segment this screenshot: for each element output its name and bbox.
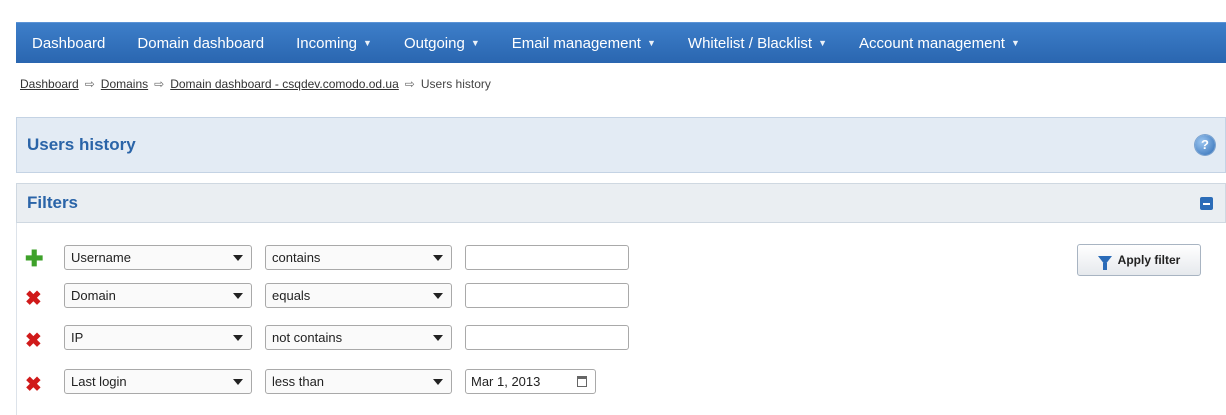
filter-value-text: Mar 1, 2013	[471, 374, 541, 389]
filter-funnel-icon	[1097, 255, 1112, 270]
filter-operator-select[interactable]: equals	[265, 283, 452, 308]
nav-incoming[interactable]: Incoming ▼	[280, 23, 388, 63]
filter-operator-select[interactable]: not contains	[265, 325, 452, 350]
filter-field-value: Last login	[71, 374, 127, 389]
arrow-right-icon: ⇨	[84, 77, 95, 91]
dropdown-arrow-icon	[233, 255, 243, 261]
filters-body: ✚ Username contains ✖ Domain equals ✖ IP…	[16, 223, 1226, 415]
filter-field-select[interactable]: Domain	[64, 283, 252, 308]
remove-filter-icon[interactable]: ✖	[25, 331, 42, 351]
apply-filter-label: Apply filter	[1117, 253, 1181, 267]
breadcrumb-current: Users history	[420, 77, 491, 91]
filter-operator-value: not contains	[272, 330, 343, 345]
filter-field-value: IP	[71, 330, 84, 345]
dropdown-arrow-icon	[433, 293, 443, 299]
dropdown-arrow-icon	[233, 335, 243, 341]
filter-field-value: Domain	[71, 288, 116, 303]
filter-field-select[interactable]: Last login	[64, 369, 252, 394]
nav-domain-dashboard-label: Domain dashboard	[137, 34, 265, 52]
filter-operator-select[interactable]: less than	[265, 369, 452, 394]
dropdown-arrow-icon	[433, 335, 443, 341]
breadcrumb: Dashboard ⇨ Domains ⇨ Domain dashboard -…	[20, 77, 491, 91]
filters-title: Filters	[27, 193, 79, 212]
dropdown-arrow-icon	[233, 379, 243, 385]
chevron-down-icon: ▼	[818, 38, 828, 48]
date-input[interactable]: Mar 1, 2013	[465, 369, 596, 394]
nav-account-management[interactable]: Account management ▼	[843, 23, 1036, 63]
page-title: Users history	[27, 135, 136, 154]
chevron-down-icon: ▼	[363, 38, 372, 48]
arrow-right-icon: ⇨	[154, 77, 165, 91]
filter-field-value: Username	[71, 250, 131, 265]
calendar-icon[interactable]	[577, 376, 587, 387]
main-navbar: Dashboard Domain dashboard Incoming ▼ Out…	[16, 22, 1226, 63]
dropdown-arrow-icon	[433, 379, 443, 385]
nav-account-management-label: Account management	[859, 34, 1005, 52]
chevron-down-icon: ▼	[1010, 38, 1020, 48]
nav-domain-dashboard[interactable]: Domain dashboard	[121, 23, 280, 63]
nav-outgoing[interactable]: Outgoing ▼	[388, 23, 496, 63]
nav-dashboard-label: Dashboard	[32, 34, 106, 52]
nav-incoming-label: Incoming	[296, 34, 358, 52]
filter-operator-value: equals	[272, 288, 311, 303]
nav-outgoing-label: Outgoing	[403, 34, 465, 52]
nav-whitelist-blacklist[interactable]: Whitelist / Blacklist ▼	[672, 23, 843, 63]
filter-value-input[interactable]	[465, 245, 629, 270]
filter-value-input[interactable]	[465, 283, 629, 308]
arrow-right-icon: ⇨	[404, 77, 415, 91]
breadcrumb-dashboard-link[interactable]: Dashboard	[20, 77, 79, 91]
remove-filter-icon[interactable]: ✖	[25, 375, 42, 395]
chevron-down-icon: ▼	[646, 38, 656, 48]
add-filter-icon[interactable]: ✚	[25, 248, 43, 270]
filter-operator-value: less than	[272, 374, 325, 389]
nav-dashboard[interactable]: Dashboard	[16, 23, 121, 63]
remove-filter-icon[interactable]: ✖	[25, 289, 42, 309]
filter-field-select[interactable]: Username	[64, 245, 252, 270]
help-icon[interactable]: ?	[1195, 135, 1215, 155]
apply-filter-button[interactable]: Apply filter	[1077, 244, 1201, 276]
nav-email-management[interactable]: Email management ▼	[496, 23, 672, 63]
filter-field-select[interactable]: IP	[64, 325, 252, 350]
filters-header: Filters	[16, 183, 1226, 223]
breadcrumb-domain-dashboard-link[interactable]: Domain dashboard - csqdev.comodo.od.ua	[170, 77, 399, 91]
chevron-down-icon: ▼	[470, 38, 480, 48]
dropdown-arrow-icon	[433, 255, 443, 261]
nav-whitelist-blacklist-label: Whitelist / Blacklist	[687, 34, 813, 52]
filter-value-input[interactable]	[465, 325, 629, 350]
collapse-icon[interactable]	[1200, 197, 1213, 210]
nav-email-management-label: Email management	[511, 34, 641, 52]
breadcrumb-domains-link[interactable]: Domains	[101, 77, 148, 91]
page-title-panel: Users history ?	[16, 117, 1226, 173]
filter-operator-value: contains	[272, 250, 321, 265]
filter-operator-select[interactable]: contains	[265, 245, 452, 270]
dropdown-arrow-icon	[233, 293, 243, 299]
